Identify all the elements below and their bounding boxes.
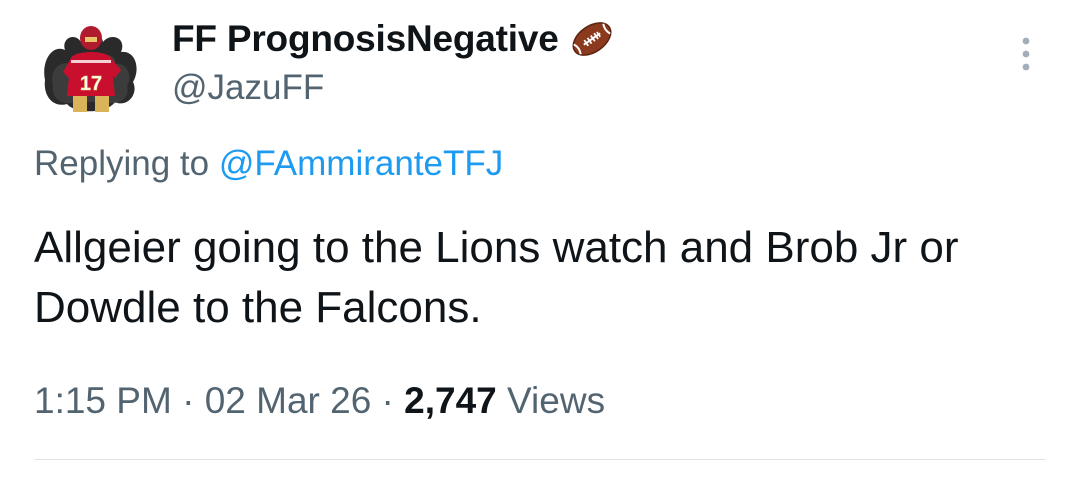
display-name[interactable]: FF PrognosisNegative <box>172 18 559 60</box>
tweet-meta: 1:15 PM · 02 Mar 26 · 2,747 Views <box>34 380 605 422</box>
reply-prefix: Replying to <box>34 144 219 183</box>
tweet-date[interactable]: 02 Mar 26 <box>205 380 372 421</box>
meta-separator: · <box>371 380 405 421</box>
tweet-text: Allgeier going to the Lions watch and Br… <box>34 223 959 332</box>
american-football-icon <box>569 16 615 62</box>
views-count: 2,747 <box>404 380 497 421</box>
avatar-jersey-number: 17 <box>80 73 102 95</box>
reply-context: Replying to @FAmmiranteTFJ <box>34 144 503 184</box>
reply-mention-link[interactable]: @FAmmiranteTFJ <box>219 144 503 183</box>
meta-separator: · <box>171 380 205 421</box>
tweet: 17 FF PrognosisNegative @JazuFF Replying… <box>0 0 1080 480</box>
avatar[interactable]: 17 <box>35 10 147 122</box>
views-label: Views <box>496 380 606 421</box>
display-name-row: FF PrognosisNegative <box>172 16 615 62</box>
tweet-time[interactable]: 1:15 PM <box>34 380 172 421</box>
divider <box>34 459 1046 460</box>
user-handle[interactable]: @JazuFF <box>172 68 324 108</box>
avatar-image: 17 <box>35 10 147 122</box>
vertical-ellipsis-icon[interactable] <box>1014 34 1038 74</box>
